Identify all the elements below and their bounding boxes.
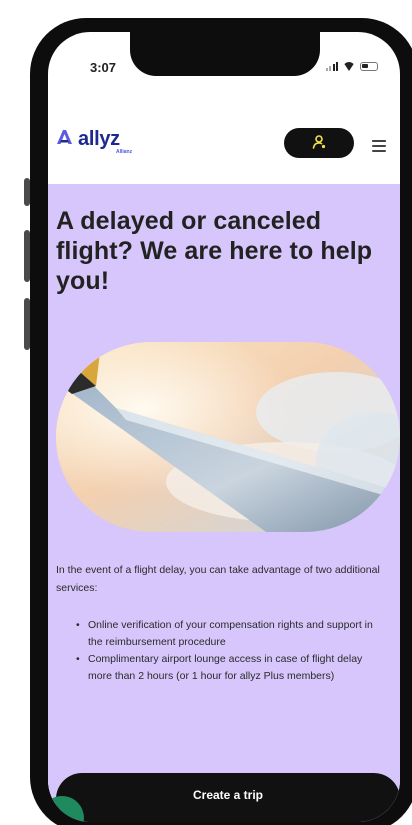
phone-frame: 3:07 allyz Allianz A delayed or canceled… — [30, 18, 412, 825]
logo-text: allyz — [78, 128, 120, 150]
create-trip-button[interactable]: Create a trip — [56, 773, 400, 822]
status-time: 3:07 — [90, 60, 117, 75]
hamburger-menu-icon — [372, 139, 386, 152]
main-content: A delayed or canceled flight? We are her… — [48, 184, 400, 822]
allyz-logo-mark-icon — [56, 129, 73, 145]
phone-notch — [130, 32, 320, 76]
wifi-icon — [343, 62, 355, 71]
airplane-wing-image — [56, 342, 400, 532]
logo-sub-text: Allianz — [116, 149, 133, 155]
battery-icon — [360, 62, 378, 71]
list-item: Online verification of your compensation… — [76, 617, 386, 651]
user-key-icon — [311, 134, 327, 153]
page-headline: A delayed or canceled flight? We are her… — [56, 207, 373, 295]
allyz-logo[interactable]: allyz Allianz — [56, 128, 132, 155]
phone-screen: 3:07 allyz Allianz A delayed or canceled… — [48, 32, 400, 822]
hamburger-menu-button[interactable] — [372, 135, 388, 152]
status-icons — [325, 62, 378, 71]
signal-icon — [325, 62, 338, 71]
user-account-button[interactable] — [284, 128, 354, 158]
intro-text: In the event of a flight delay, you can … — [56, 564, 380, 594]
benefits-list: Online verification of your compensation… — [76, 617, 386, 685]
list-item: Complimentary airport lounge access in c… — [76, 651, 386, 685]
app-header: allyz Allianz — [48, 114, 400, 170]
